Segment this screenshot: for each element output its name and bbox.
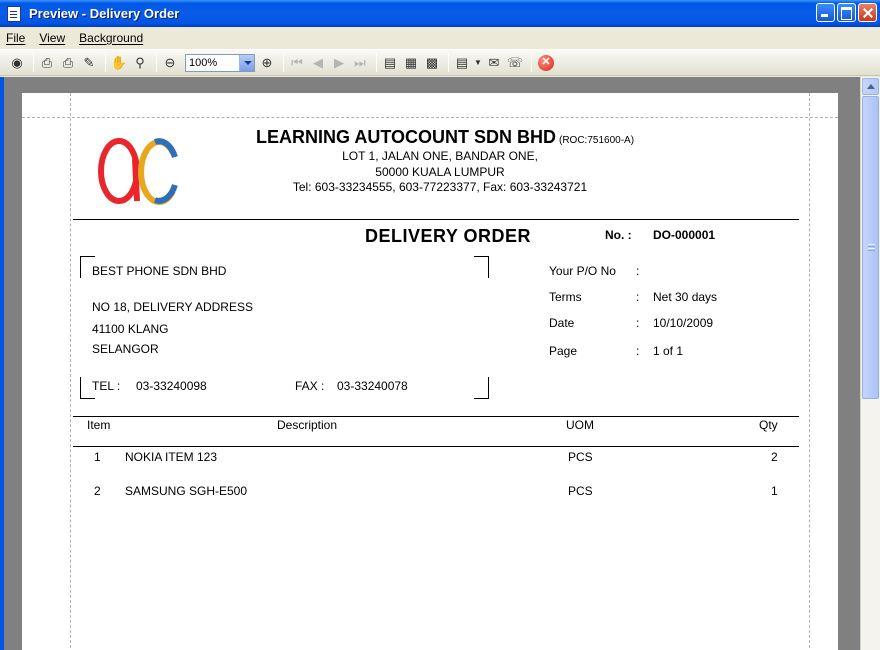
- toolbar-separator: [448, 53, 449, 72]
- toolbar-separator: [283, 53, 284, 72]
- open-file-icon[interactable]: ☏: [506, 54, 524, 72]
- toolbar: ◉ ⎙ ⎙ ✎ ✋ ⚲ ⊖ 100% ⊕ ⏮ ◀ ▶ ⏭ ▤ ▦ ▩ ▤ ▼ ✉…: [0, 49, 880, 76]
- close-preview-icon[interactable]: ✕: [538, 54, 554, 71]
- table-top-border: [73, 416, 799, 417]
- zoom-select[interactable]: 100%: [185, 53, 255, 72]
- company-contact: Tel: 603-33234555, 603-77223377, Fax: 60…: [292, 180, 588, 194]
- info-label-terms: Terms: [549, 290, 582, 304]
- info-value-terms: Net 30 days: [653, 290, 718, 304]
- header-divider: [73, 219, 799, 220]
- info-colon-po: :: [636, 264, 640, 278]
- logo-a-stem: [132, 158, 140, 202]
- customer-address-line2: 41100 KLANG: [92, 322, 169, 336]
- preview-document-icon: [7, 5, 21, 22]
- minimize-button[interactable]: [816, 3, 835, 22]
- window-title: Preview - Delivery Order: [29, 6, 180, 21]
- margin-guide-top: [22, 117, 838, 118]
- export-icon[interactable]: ▤: [453, 54, 471, 72]
- margin-guide-left: [70, 93, 71, 650]
- chevron-down-icon[interactable]: [239, 54, 254, 71]
- toolbar-separator: [376, 53, 377, 72]
- info-value-page: 1 of 1: [653, 344, 684, 358]
- company-logo: [98, 138, 178, 205]
- info-label-date: Date: [549, 316, 575, 330]
- customer-name: BEST PHONE SDN BHD: [92, 264, 227, 278]
- info-colon-page: :: [636, 344, 640, 358]
- info-colon-terms: :: [636, 290, 640, 304]
- scroll-grip-icon: [868, 244, 875, 245]
- address-bracket-tr: [474, 256, 489, 278]
- company-address-line2: 50000 KUALA LUMPUR: [375, 165, 505, 179]
- zoom-value: 100%: [189, 56, 218, 69]
- customer-tel-label: TEL :: [92, 379, 121, 393]
- customer-fax: 03-33240078: [337, 379, 408, 393]
- document-number-label: No. :: [605, 228, 632, 242]
- menu-background[interactable]: Background: [79, 31, 143, 45]
- company-name-text: LEARNING AUTOCOUNT SDN BHD: [256, 127, 556, 147]
- column-header-item: Item: [87, 418, 111, 432]
- company-address-line1: LOT 1, JALAN ONE, BANDAR ONE,: [342, 149, 538, 163]
- company-roc: (ROC:751600-A): [559, 135, 635, 146]
- title-bar[interactable]: Preview - Delivery Order: [0, 0, 880, 27]
- logo-c-bottom: [153, 183, 178, 204]
- row-item-number: 1: [94, 450, 101, 464]
- menu-file[interactable]: File: [6, 31, 25, 45]
- row-uom: PCS: [568, 484, 593, 498]
- toolbar-separator: [33, 53, 34, 72]
- column-header-uom: UOM: [566, 418, 594, 432]
- row-description: SAMSUNG SGH-E500: [125, 484, 248, 498]
- row-uom: PCS: [568, 450, 593, 464]
- info-label-page: Page: [549, 344, 578, 358]
- menu-bar: File View Background: [0, 27, 880, 48]
- export-dropdown-icon[interactable]: ▼: [474, 54, 482, 72]
- scroll-thumb[interactable]: [862, 96, 879, 399]
- row-qty: 1: [771, 484, 778, 498]
- print-setup-icon[interactable]: ⎙: [38, 54, 56, 72]
- document-number: DO-000001: [653, 228, 716, 242]
- customer-address-line3: SELANGOR: [92, 342, 159, 356]
- logo-c-top: [153, 138, 178, 159]
- page-layout-icon[interactable]: ▤: [381, 54, 399, 72]
- email-icon[interactable]: ✉: [485, 54, 503, 72]
- page-setup-icon[interactable]: ✎: [80, 54, 98, 72]
- column-header-description: Description: [277, 418, 338, 432]
- toolbar-separator: [105, 53, 106, 72]
- document-title: DELIVERY ORDER: [365, 226, 532, 246]
- first-page-icon[interactable]: ⏮: [288, 54, 306, 72]
- maximize-button[interactable]: [837, 3, 856, 22]
- magnifier-icon[interactable]: ⚲: [131, 54, 149, 72]
- row-qty: 2: [771, 450, 778, 464]
- hand-pan-icon[interactable]: ✋: [110, 54, 128, 72]
- company-name: LEARNING AUTOCOUNT SDN BHD (ROC:751600-A): [256, 127, 634, 148]
- zoom-in-icon[interactable]: ⊕: [258, 54, 276, 72]
- fill-color-icon[interactable]: ▦: [402, 54, 420, 72]
- toolbar-separator: [531, 53, 532, 72]
- binoculars-search-icon[interactable]: ◉: [8, 54, 26, 72]
- watermark-icon[interactable]: ▩: [423, 54, 441, 72]
- logo-a-ring: [98, 138, 140, 204]
- address-bracket-br: [474, 377, 489, 399]
- zoom-out-icon[interactable]: ⊖: [161, 54, 179, 72]
- next-page-icon[interactable]: ▶: [330, 54, 348, 72]
- column-header-qty: Qty: [759, 418, 778, 432]
- row-item-number: 2: [94, 484, 101, 498]
- last-page-icon[interactable]: ⏭: [351, 54, 369, 72]
- toolbar-separator: [156, 53, 157, 72]
- table-header-divider: [73, 446, 799, 447]
- row-description: NOKIA ITEM 123: [125, 450, 218, 464]
- menu-view[interactable]: View: [39, 31, 65, 45]
- window-controls: [816, 3, 877, 22]
- vertical-scrollbar[interactable]: [860, 77, 880, 650]
- previous-page-icon[interactable]: ◀: [309, 54, 327, 72]
- customer-address-line1: NO 18, DELIVERY ADDRESS: [92, 300, 253, 314]
- close-window-button[interactable]: [858, 3, 877, 22]
- margin-guide-right: [809, 93, 810, 650]
- print-icon[interactable]: ⎙: [59, 54, 77, 72]
- info-colon-date: :: [636, 316, 640, 330]
- scroll-up-button[interactable]: [862, 78, 879, 95]
- customer-fax-label: FAX :: [295, 379, 325, 393]
- info-value-date: 10/10/2009: [653, 316, 714, 330]
- customer-tel: 03-33240098: [136, 379, 207, 393]
- info-label-po: Your P/O No: [549, 264, 616, 278]
